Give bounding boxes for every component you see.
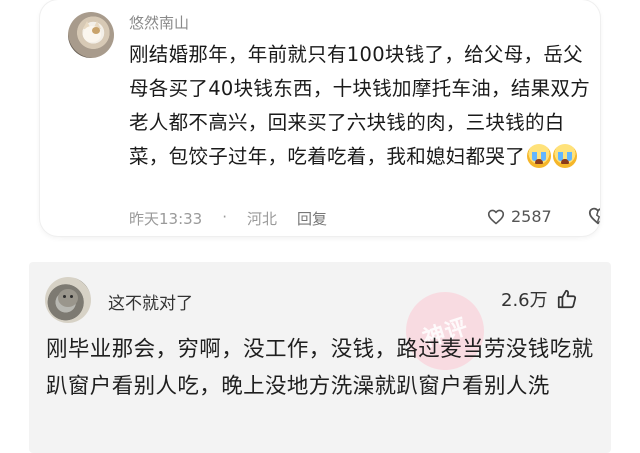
comment-text: 刚结婚那年，年前就只有100块钱了，给父母，岳父母各买了40块钱东西，十块钱加摩…: [129, 38, 599, 174]
comment-body: 刚结婚那年，年前就只有100块钱了，给父母，岳父母各买了40块钱东西，十块钱加摩…: [129, 43, 591, 168]
like-count: 2.6万: [501, 290, 548, 311]
crying-face-emoji-icon: [553, 144, 578, 168]
dislike-button[interactable]: [588, 207, 600, 229]
comment-time: 昨天13:33: [129, 210, 203, 228]
avatar[interactable]: [68, 12, 114, 58]
reply-button[interactable]: 回复: [297, 208, 327, 229]
comment-location: 河北: [247, 210, 278, 228]
username[interactable]: 这不就对了: [108, 289, 193, 314]
comment-card-bottom: 这不就对了 神评 2.6万 刚毕业那会，穷啊，没工作，没钱，路过麦当劳没钱吃就趴…: [29, 262, 611, 453]
heart-outline-icon: [487, 209, 505, 224]
comment-text: 刚毕业那会，穷啊，没工作，没钱，路过麦当劳没钱吃就趴窗户看别人吃，晚上没地方洗澡…: [46, 337, 594, 399]
comment-meta: 昨天13:33 · 河北 回复: [129, 208, 327, 229]
thumbs-up-icon: [557, 289, 576, 309]
like-count: 2587: [511, 207, 552, 226]
dislike-heart-icon: [588, 207, 600, 225]
comment-card-top: 悠然南山 刚结婚那年，年前就只有100块钱了，给父母，岳父母各买了40块钱东西，…: [40, 0, 600, 236]
avatar[interactable]: [45, 277, 91, 323]
comment-screenshot: 悠然南山 刚结婚那年，年前就只有100块钱了，给父母，岳父母各买了40块钱东西，…: [0, 0, 640, 453]
crying-face-emoji-icon: [527, 144, 552, 168]
like-button[interactable]: 2.6万: [501, 286, 578, 312]
location-separator: ·: [222, 208, 228, 226]
like-button[interactable]: 2587: [487, 207, 552, 226]
username[interactable]: 悠然南山: [129, 12, 189, 33]
